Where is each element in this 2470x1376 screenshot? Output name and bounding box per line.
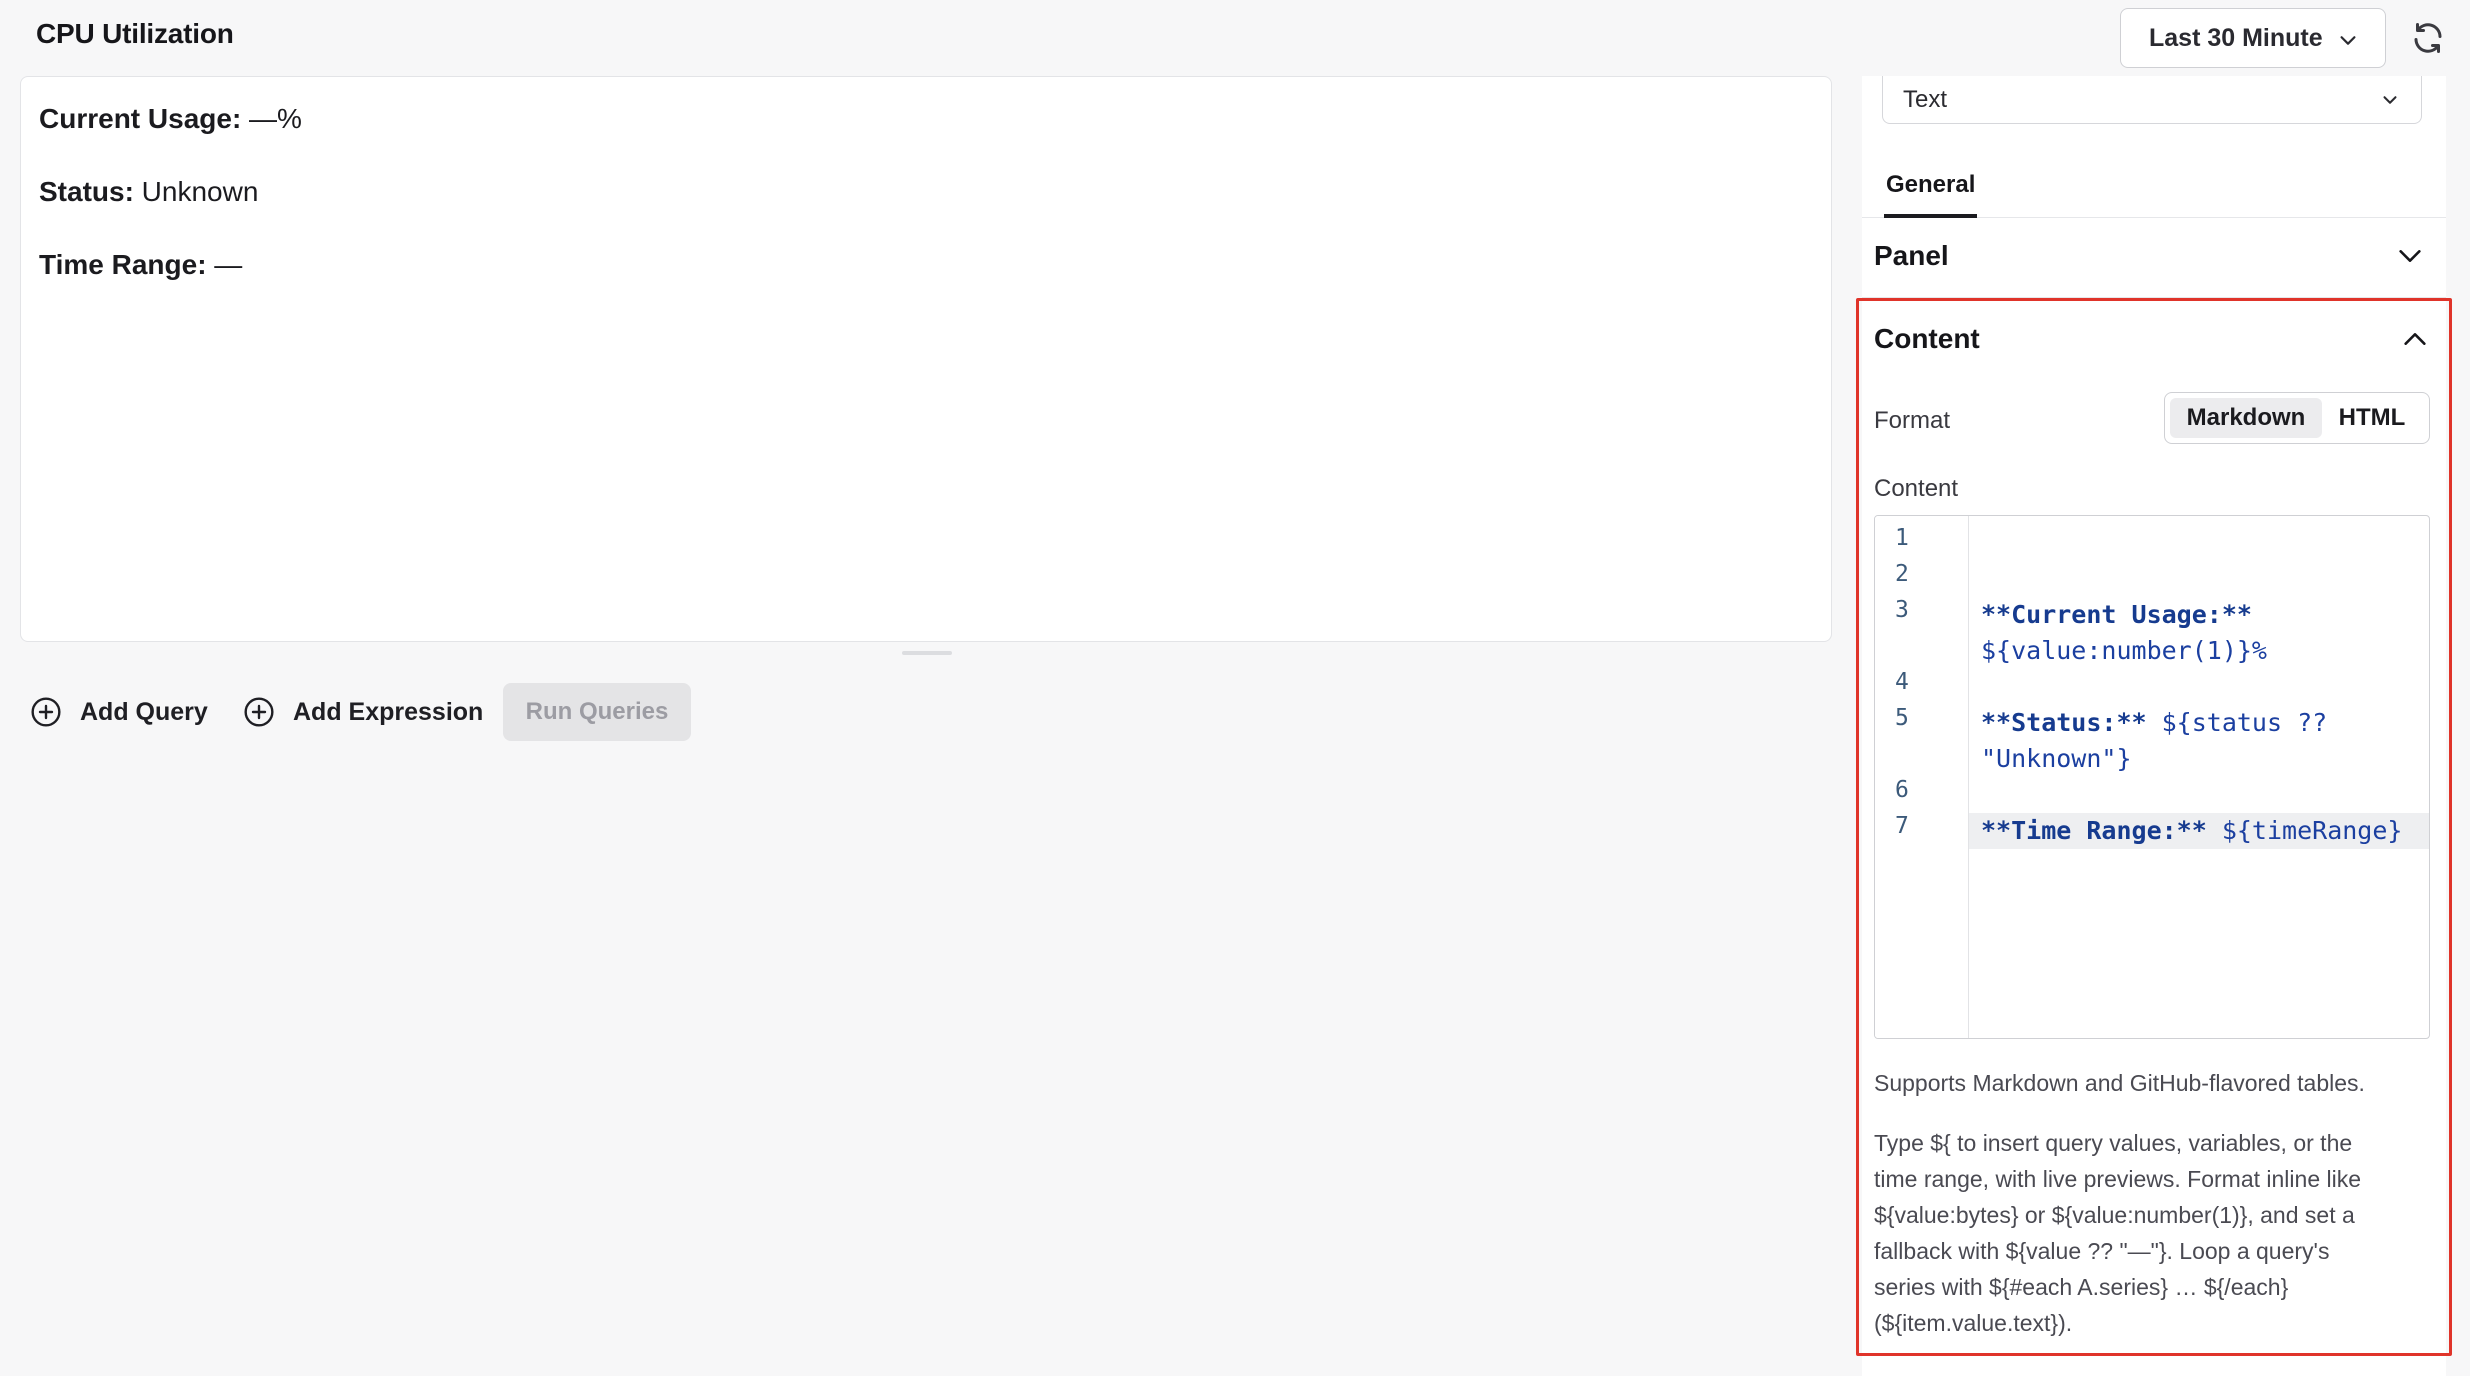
visualization-select[interactable]: Text [1882, 76, 2422, 124]
options-sidebar: Text General Panel Content Format Markdo… [1856, 76, 2452, 1376]
panel-title: CPU Utilization [36, 18, 234, 49]
code-line: **Status:** ${status ?? [1981, 705, 2327, 741]
line-number: 6 [1895, 777, 1909, 803]
add-query-label: Add Query [80, 697, 208, 726]
panel-section-header[interactable]: Panel [1862, 218, 2446, 298]
chevron-down-icon [2340, 36, 2356, 45]
help-text-usage: Type ${ to insert query values, variable… [1874, 1125, 2434, 1341]
content-section: Content Format Markdown HTML Content 1 2… [1856, 298, 2452, 1356]
help-line: series with ${#each A.series} … ${/each} [1874, 1274, 2289, 1300]
help-line: time range, with live previews. Format i… [1874, 1166, 2362, 1192]
help-line: fallback with ${value ?? "—"}. Loop a qu… [1874, 1238, 2330, 1264]
tab-general[interactable]: General [1884, 160, 1978, 218]
chevron-down-icon [2383, 96, 2397, 104]
add-query-button[interactable]: Add Query [30, 683, 208, 741]
plus-circle-icon [244, 697, 274, 727]
code-bold: **Time Range:** [1981, 816, 2207, 845]
help-line: (${item.value.text}). [1874, 1310, 2073, 1336]
line-number: 3 [1895, 597, 1909, 623]
options-tabs: General [1862, 160, 2446, 218]
refresh-icon[interactable] [2410, 20, 2446, 56]
section-title[interactable]: Content [1874, 323, 1980, 355]
preview-row-time-range: Time Range: — [39, 245, 1813, 285]
help-line: Type ${ to insert query values, variable… [1874, 1130, 2353, 1156]
line-number: 2 [1895, 561, 1909, 587]
chevron-up-icon[interactable] [2401, 325, 2429, 353]
line-number: 5 [1895, 705, 1909, 731]
line-number-gutter [1875, 516, 1969, 1038]
add-expression-button[interactable]: Add Expression [243, 683, 483, 741]
code-text: "Unknown"} [1981, 744, 2132, 773]
preview-value: — [206, 249, 243, 280]
code-line: **Time Range:** ${timeRange} [1981, 813, 2402, 849]
content-label: Content [1874, 475, 1959, 502]
help-text-support: Supports Markdown and GitHub-flavored ta… [1874, 1070, 2365, 1096]
line-number: 7 [1895, 813, 1909, 839]
code-line: "Unknown"} [1981, 741, 2132, 777]
format-option-markdown[interactable]: Markdown [2170, 398, 2322, 438]
preview-label: Status: [39, 176, 134, 207]
time-range-label: Last 30 Minute [2149, 23, 2323, 52]
code-line: **Current Usage:** [1981, 597, 2252, 633]
preview-label: Current Usage: [39, 103, 242, 134]
add-expression-label: Add Expression [293, 697, 484, 726]
panel-preview: Current Usage: —% Status: Unknown Time R… [20, 76, 1832, 642]
run-queries-button[interactable]: Run Queries [503, 683, 691, 741]
preview-row-status: Status: Unknown [39, 172, 1813, 212]
preview-label: Time Range: [39, 249, 207, 280]
resize-handle[interactable] [902, 651, 952, 655]
code-text: ${status ?? [2146, 708, 2328, 737]
code-bold: **Status:** [1981, 708, 2147, 737]
line-number: 4 [1895, 669, 1909, 695]
code-bold: **Current Usage:** [1981, 600, 2252, 629]
format-toggle: Markdown HTML [2164, 392, 2430, 444]
help-line: ${value:bytes} or ${value:number(1)}, an… [1874, 1202, 2355, 1228]
time-range-picker[interactable]: Last 30 Minute [2120, 8, 2386, 68]
preview-value: —% [241, 103, 302, 134]
code-text: ${timeRange} [2206, 816, 2403, 845]
content-code-editor[interactable]: 1 2 3 4 5 6 7 **Current Usage:** ${value… [1874, 515, 2430, 1039]
section-title: Panel [1874, 240, 1949, 271]
preview-value: Unknown [133, 176, 259, 207]
line-number: 1 [1895, 525, 1909, 551]
code-text: ${value:number(1)}% [1981, 636, 2267, 665]
preview-row-usage: Current Usage: —% [39, 99, 1813, 139]
chevron-down-icon [2399, 250, 2421, 262]
code-line: ${value:number(1)}% [1981, 633, 2267, 669]
plus-circle-icon [31, 697, 61, 727]
format-label: Format [1874, 407, 1951, 434]
page: CPU Utilization Last 30 Minute Current U… [0, 0, 2470, 1376]
format-option-html[interactable]: HTML [2322, 398, 2422, 438]
visualization-value: Text [1903, 85, 1948, 113]
